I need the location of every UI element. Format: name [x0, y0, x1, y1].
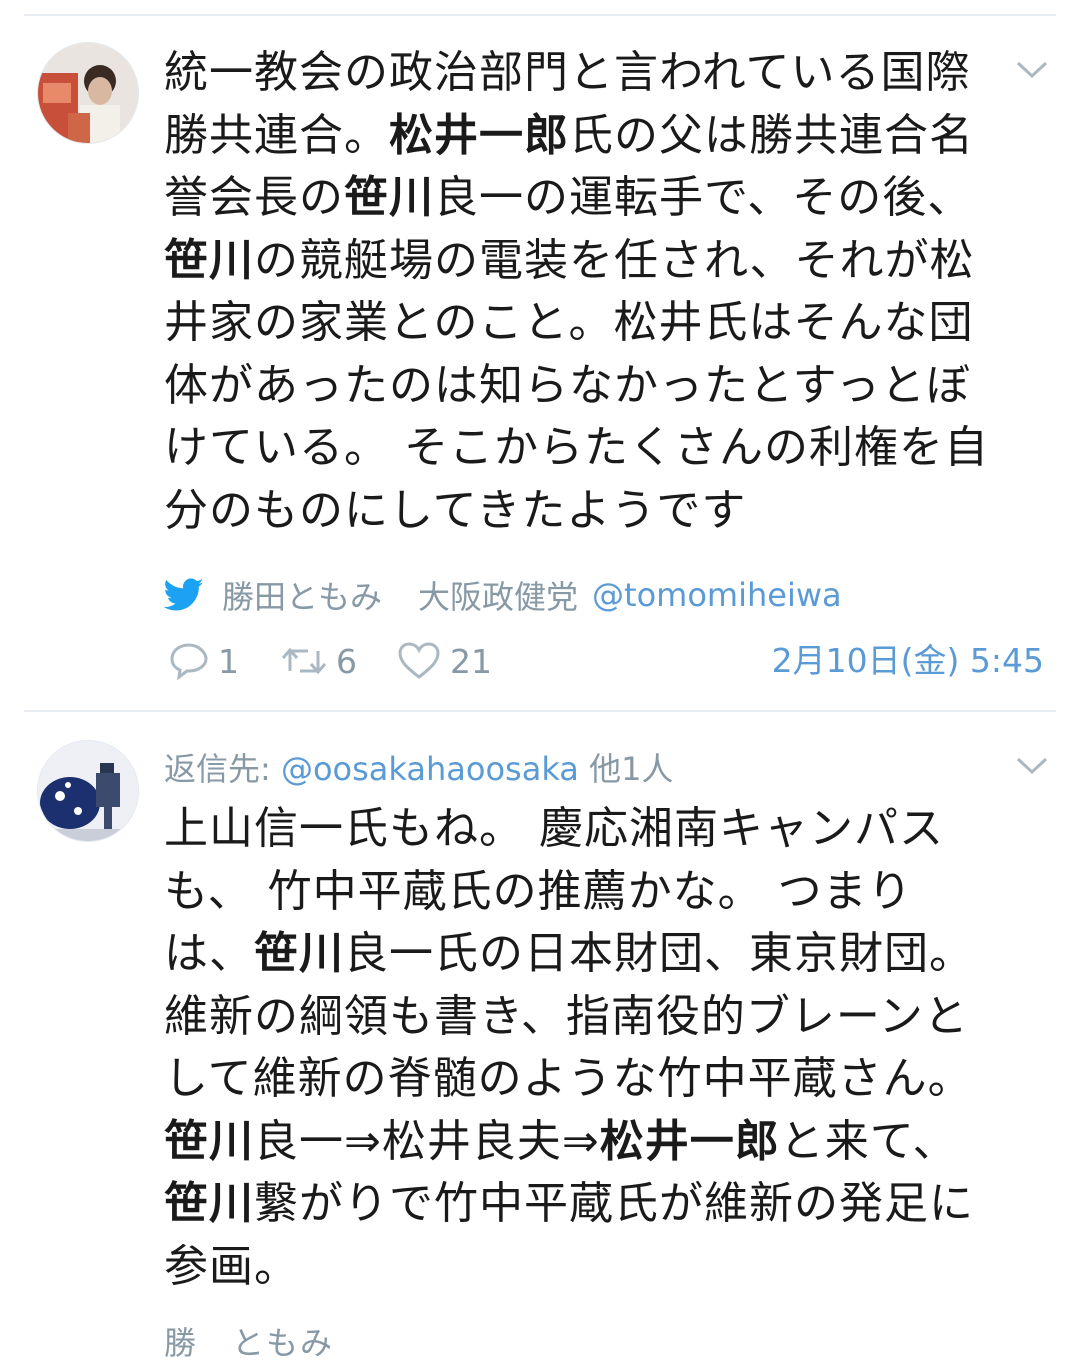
reply-to-label: 返信先: — [164, 750, 281, 788]
like-count: 21 — [450, 641, 492, 681]
retweet-icon — [281, 647, 327, 675]
tweet-text: 統一教会の政治部門と言われている国際勝共連合。松井一郎氏の父は勝共連合名誉会長の… — [164, 42, 994, 542]
bold-keyword: 笹川 — [164, 1178, 254, 1229]
author-party[interactable]: 大阪政健党 — [418, 572, 578, 618]
text-segment: 良一の運転手で、その後、 — [434, 172, 973, 223]
reply-count: 1 — [218, 641, 239, 681]
bold-keyword: 笹川 — [344, 172, 434, 223]
avatar[interactable] — [37, 740, 139, 842]
text-segment: 良一⇒松井良夫⇒ — [254, 1115, 600, 1167]
tweet-1[interactable]: 統一教会の政治部門と言われている国際勝共連合。松井一郎氏の父は勝共連合名誉会長の… — [0, 0, 1080, 712]
bold-keyword: 松井一郎 — [599, 1115, 780, 1167]
reply-button[interactable]: 1 — [168, 636, 239, 686]
bold-keyword: 笹川 — [254, 928, 344, 979]
tweet-text: 上山信一氏もね。 慶応湘南キャンパスも、 竹中平蔵氏の推薦かな。 つまりは、笹川… — [164, 798, 994, 1298]
author-name[interactable]: 勝田ともみ — [222, 572, 382, 618]
text-segment: と来て、 — [779, 1115, 958, 1167]
bold-keyword: 笹川 — [164, 234, 254, 286]
heart-icon — [398, 642, 440, 679]
like-button[interactable]: 21 — [396, 636, 492, 686]
retweet-count: 6 — [336, 641, 357, 681]
reply-to-line: 返信先: @oosakahaoosaka 他1人 — [164, 744, 673, 790]
tweet-actions: 1 6 21 2月10日(金) 5:45 — [164, 636, 1044, 686]
author-handle[interactable]: @tomomiheiwa — [592, 576, 842, 614]
reply-icon — [170, 643, 208, 681]
avatar[interactable] — [37, 42, 139, 144]
reply-to-handle[interactable]: @oosakahaoosaka — [281, 750, 579, 788]
bold-keyword: 松井一郎 — [389, 109, 569, 161]
twitter-bird-icon — [164, 578, 204, 611]
tweet-2[interactable]: 返信先: @oosakahaoosaka 他1人 上山信一氏もね。 慶応湘南キャ… — [0, 712, 1080, 1336]
text-segment: 繋がりで竹中平蔵氏が維新の発足に参画。 — [164, 1178, 974, 1292]
chevron-down-icon[interactable] — [1014, 58, 1050, 82]
tweet-timestamp[interactable]: 2月10日(金) 5:45 — [772, 636, 1044, 686]
tweet-source[interactable]: 勝田ともみ 大阪政健党 @tomomiheiwa — [164, 572, 842, 618]
next-tweet-source-partial: 勝 ともみ — [164, 1324, 335, 1362]
retweet-button[interactable]: 6 — [280, 636, 357, 686]
text-segment: の競艇場の電装を任され、それが松井家の家業とのこと。松井氏はそんな団体があったの… — [164, 234, 989, 536]
reply-to-others[interactable]: 他1人 — [579, 750, 673, 788]
chevron-down-icon[interactable] — [1014, 754, 1050, 778]
bold-keyword: 笹川 — [164, 1115, 254, 1167]
